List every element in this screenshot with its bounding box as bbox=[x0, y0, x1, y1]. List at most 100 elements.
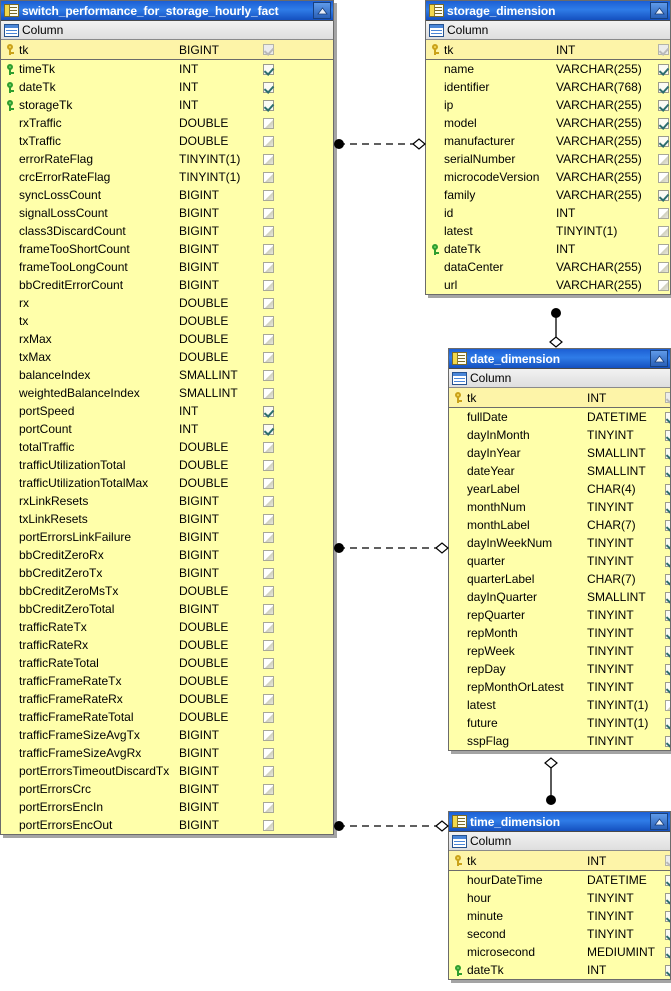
table-row[interactable]: quarterLabel CHAR(7) bbox=[449, 570, 670, 588]
table-title-bar[interactable]: storage_dimension bbox=[426, 1, 670, 21]
column-checkbox-unchecked[interactable] bbox=[262, 171, 274, 183]
table-row[interactable]: dayInWeekNum TINYINT bbox=[449, 534, 670, 552]
column-checkbox-checked[interactable] bbox=[262, 423, 274, 435]
table-row[interactable]: repQuarter TINYINT bbox=[449, 606, 670, 624]
column-checkbox-checked[interactable] bbox=[664, 429, 670, 441]
table-row[interactable]: hour TINYINT bbox=[449, 889, 670, 907]
column-checkbox-checked[interactable] bbox=[664, 483, 670, 495]
column-checkbox-checked[interactable] bbox=[664, 573, 670, 585]
table-row[interactable]: name VARCHAR(255) bbox=[426, 60, 670, 78]
column-checkbox-checked[interactable] bbox=[664, 735, 670, 747]
column-checkbox-checked[interactable] bbox=[664, 892, 670, 904]
column-checkbox-unchecked[interactable] bbox=[262, 441, 274, 453]
table-row[interactable]: latest TINYINT(1) bbox=[449, 696, 670, 714]
column-checkbox-unchecked[interactable] bbox=[262, 729, 274, 741]
column-checkbox-unchecked[interactable] bbox=[657, 225, 669, 237]
column-checkbox-unchecked[interactable] bbox=[262, 387, 274, 399]
table-row[interactable]: timeTk INT bbox=[1, 60, 333, 78]
table-row[interactable]: bbCreditZeroTotal BIGINT bbox=[1, 600, 333, 618]
column-checkbox-unchecked[interactable] bbox=[262, 333, 274, 345]
table-row[interactable]: trafficUtilizationTotalMax DOUBLE bbox=[1, 474, 333, 492]
column-checkbox-checked[interactable] bbox=[657, 81, 669, 93]
column-checkbox-checked[interactable] bbox=[657, 135, 669, 147]
column-checkbox-unchecked[interactable] bbox=[262, 459, 274, 471]
table-row[interactable]: portErrorsEncOut BIGINT bbox=[1, 816, 333, 834]
table-title-bar[interactable]: time_dimension bbox=[449, 812, 670, 832]
column-checkbox-checked[interactable] bbox=[664, 928, 670, 940]
column-checkbox-unchecked[interactable] bbox=[262, 207, 274, 219]
table-row[interactable]: trafficUtilizationTotal DOUBLE bbox=[1, 456, 333, 474]
table-row[interactable]: trafficFrameRateRx DOUBLE bbox=[1, 690, 333, 708]
table-row[interactable]: txTraffic DOUBLE bbox=[1, 132, 333, 150]
column-checkbox-unchecked[interactable] bbox=[262, 513, 274, 525]
column-checkbox-checked[interactable] bbox=[664, 591, 670, 603]
column-checkbox-unchecked[interactable] bbox=[262, 369, 274, 381]
table-row[interactable]: trafficFrameRateTotal DOUBLE bbox=[1, 708, 333, 726]
table-row[interactable]: portErrorsCrc BIGINT bbox=[1, 780, 333, 798]
collapse-triangle-icon[interactable] bbox=[650, 350, 668, 367]
column-checkbox-checked[interactable] bbox=[664, 447, 670, 459]
column-group-header[interactable]: Column bbox=[449, 369, 670, 388]
column-group-header[interactable]: Column bbox=[449, 832, 670, 851]
column-checkbox-unchecked[interactable] bbox=[657, 171, 669, 183]
column-checkbox-unchecked[interactable] bbox=[262, 477, 274, 489]
table-row[interactable]: repMonthOrLatest TINYINT bbox=[449, 678, 670, 696]
column-checkbox-checked[interactable] bbox=[262, 99, 274, 111]
column-checkbox-unchecked[interactable] bbox=[262, 603, 274, 615]
table-row[interactable]: trafficRateTx DOUBLE bbox=[1, 618, 333, 636]
table-row[interactable]: dayInMonth TINYINT bbox=[449, 426, 670, 444]
column-checkbox-checked[interactable] bbox=[664, 519, 670, 531]
table-row[interactable]: dayInYear SMALLINT bbox=[449, 444, 670, 462]
column-checkbox-unchecked[interactable] bbox=[262, 783, 274, 795]
column-checkbox-checked[interactable] bbox=[664, 645, 670, 657]
column-checkbox-unchecked[interactable] bbox=[657, 153, 669, 165]
table-row[interactable]: trafficFrameSizeAvgRx BIGINT bbox=[1, 744, 333, 762]
column-checkbox-checked[interactable] bbox=[657, 99, 669, 111]
table-row[interactable]: rx DOUBLE bbox=[1, 294, 333, 312]
table-row[interactable]: portErrorsTimeoutDiscardTx BIGINT bbox=[1, 762, 333, 780]
table-row[interactable]: yearLabel CHAR(4) bbox=[449, 480, 670, 498]
column-checkbox-unchecked[interactable] bbox=[262, 189, 274, 201]
column-checkbox-checked[interactable] bbox=[664, 501, 670, 513]
table-row[interactable]: trafficRateRx DOUBLE bbox=[1, 636, 333, 654]
table-row[interactable]: signalLossCount BIGINT bbox=[1, 204, 333, 222]
table-row[interactable]: class3DiscardCount BIGINT bbox=[1, 222, 333, 240]
table-row[interactable]: dateTk INT bbox=[426, 240, 670, 258]
table-row[interactable]: txLinkResets BIGINT bbox=[1, 510, 333, 528]
column-checkbox-unchecked[interactable] bbox=[262, 747, 274, 759]
table-row[interactable]: portErrorsLinkFailure BIGINT bbox=[1, 528, 333, 546]
column-checkbox-unchecked[interactable] bbox=[262, 153, 274, 165]
column-checkbox-checked[interactable] bbox=[664, 964, 670, 976]
column-checkbox-unchecked[interactable] bbox=[262, 567, 274, 579]
table-row[interactable]: microcodeVersion VARCHAR(255) bbox=[426, 168, 670, 186]
table-row[interactable]: repWeek TINYINT bbox=[449, 642, 670, 660]
table-row[interactable]: balanceIndex SMALLINT bbox=[1, 366, 333, 384]
column-checkbox-unchecked[interactable] bbox=[657, 207, 669, 219]
table-row[interactable]: tk BIGINT bbox=[1, 40, 333, 60]
column-checkbox-checked[interactable] bbox=[664, 717, 670, 729]
column-checkbox-unchecked[interactable] bbox=[262, 711, 274, 723]
table-row[interactable]: ip VARCHAR(255) bbox=[426, 96, 670, 114]
table-row[interactable]: tk INT bbox=[449, 851, 670, 871]
table-row[interactable]: model VARCHAR(255) bbox=[426, 114, 670, 132]
table-row[interactable]: rxTraffic DOUBLE bbox=[1, 114, 333, 132]
column-checkbox-checked[interactable] bbox=[664, 411, 670, 423]
table-row[interactable]: second TINYINT bbox=[449, 925, 670, 943]
column-checkbox-checked[interactable] bbox=[664, 627, 670, 639]
column-checkbox-unchecked[interactable] bbox=[262, 765, 274, 777]
table-row[interactable]: minute TINYINT bbox=[449, 907, 670, 925]
table-row[interactable]: portSpeed INT bbox=[1, 402, 333, 420]
column-checkbox-unchecked[interactable] bbox=[262, 297, 274, 309]
column-checkbox-unchecked[interactable] bbox=[664, 699, 670, 711]
column-checkbox-unchecked[interactable] bbox=[262, 801, 274, 813]
column-checkbox-unchecked[interactable] bbox=[262, 315, 274, 327]
column-checkbox-checked[interactable] bbox=[664, 910, 670, 922]
column-group-header[interactable]: Column bbox=[1, 21, 333, 40]
table-row[interactable]: hourDateTime DATETIME bbox=[449, 871, 670, 889]
table-row[interactable]: sspFlag TINYINT bbox=[449, 732, 670, 750]
table-row[interactable]: portErrorsEncIn BIGINT bbox=[1, 798, 333, 816]
table-row[interactable]: trafficFrameSizeAvgTx BIGINT bbox=[1, 726, 333, 744]
table-row[interactable]: portCount INT bbox=[1, 420, 333, 438]
column-checkbox-unchecked[interactable] bbox=[262, 135, 274, 147]
table-row[interactable]: manufacturer VARCHAR(255) bbox=[426, 132, 670, 150]
